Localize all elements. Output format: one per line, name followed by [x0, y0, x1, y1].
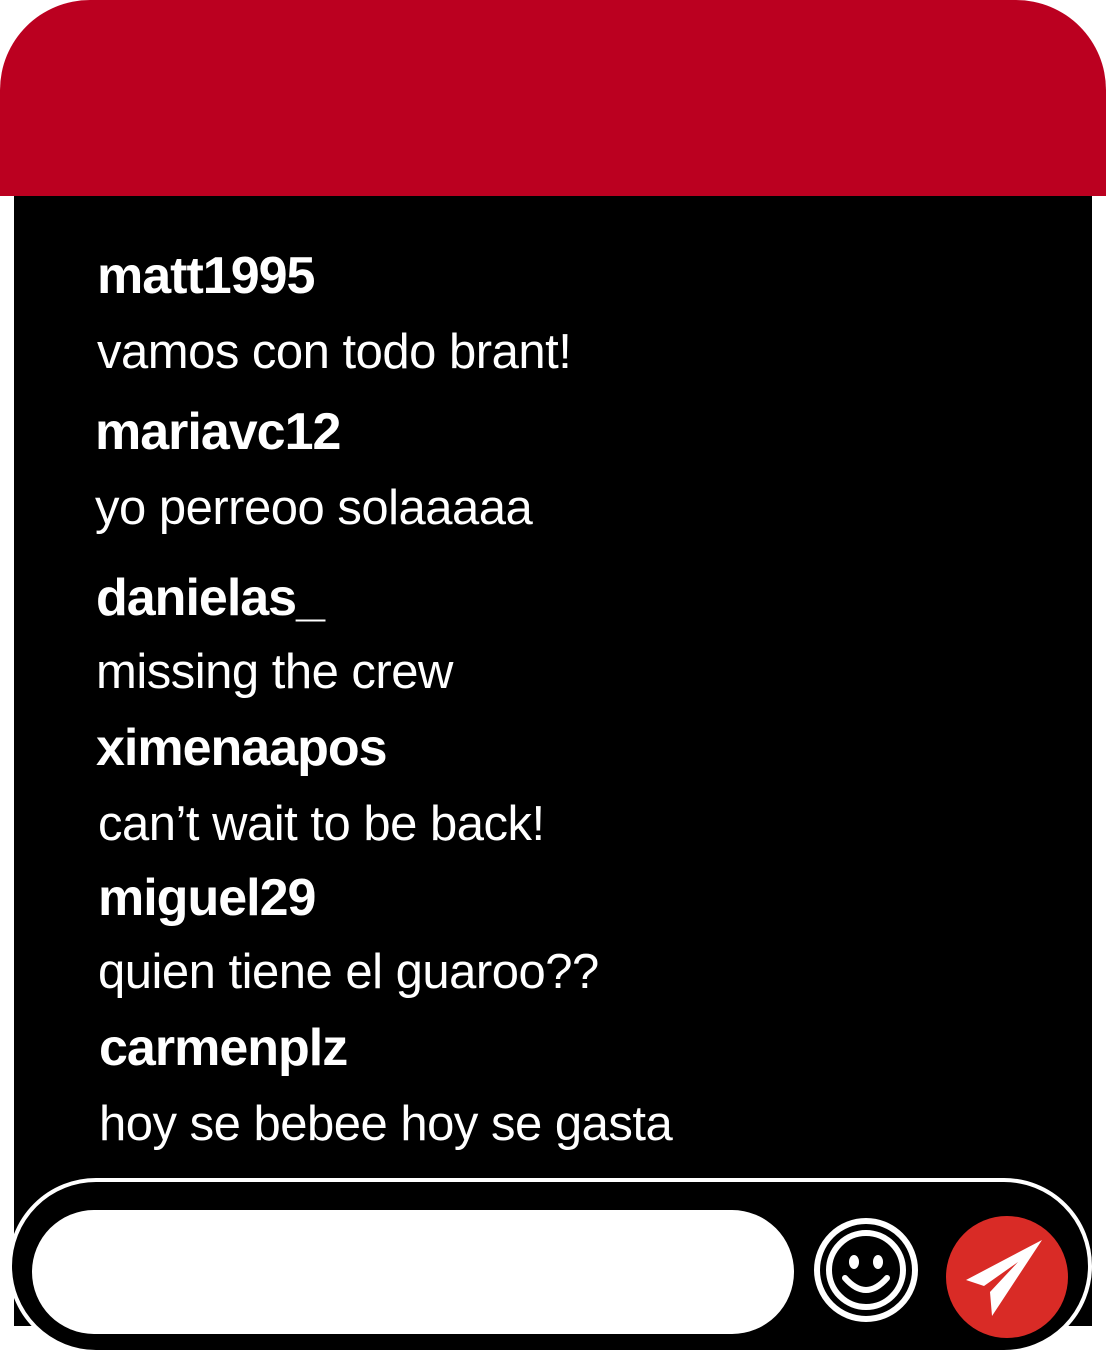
message-username: matt1995	[97, 247, 315, 305]
message-text: missing the crew	[96, 645, 453, 699]
smiley-face-icon	[814, 1218, 918, 1322]
message-username: mariavc12	[95, 403, 341, 461]
message-text: can’t wait to be back!	[98, 797, 545, 851]
message-username: carmenplz	[99, 1019, 348, 1077]
chat-panel: matt1995 vamos con todo brant! mariavc12…	[14, 196, 1092, 1326]
emoji-button[interactable]	[812, 1216, 920, 1324]
message-input[interactable]	[32, 1210, 794, 1334]
message-text: hoy se bebee hoy se gasta	[99, 1097, 673, 1151]
message-text: quien tiene el guaroo??	[98, 945, 599, 999]
message-username: ximenaapos	[96, 719, 388, 777]
paper-plane-icon	[966, 1240, 1042, 1316]
message-text: yo perreoo solaaaaa	[95, 481, 533, 535]
chat-header	[0, 0, 1106, 196]
send-button[interactable]	[946, 1216, 1068, 1338]
message-username: danielas_	[96, 569, 325, 627]
message-text: vamos con todo brant!	[97, 325, 572, 379]
message-composer	[8, 1178, 1092, 1354]
chat-window: matt1995 vamos con todo brant! mariavc12…	[0, 0, 1106, 1366]
message-username: miguel29	[98, 869, 316, 927]
